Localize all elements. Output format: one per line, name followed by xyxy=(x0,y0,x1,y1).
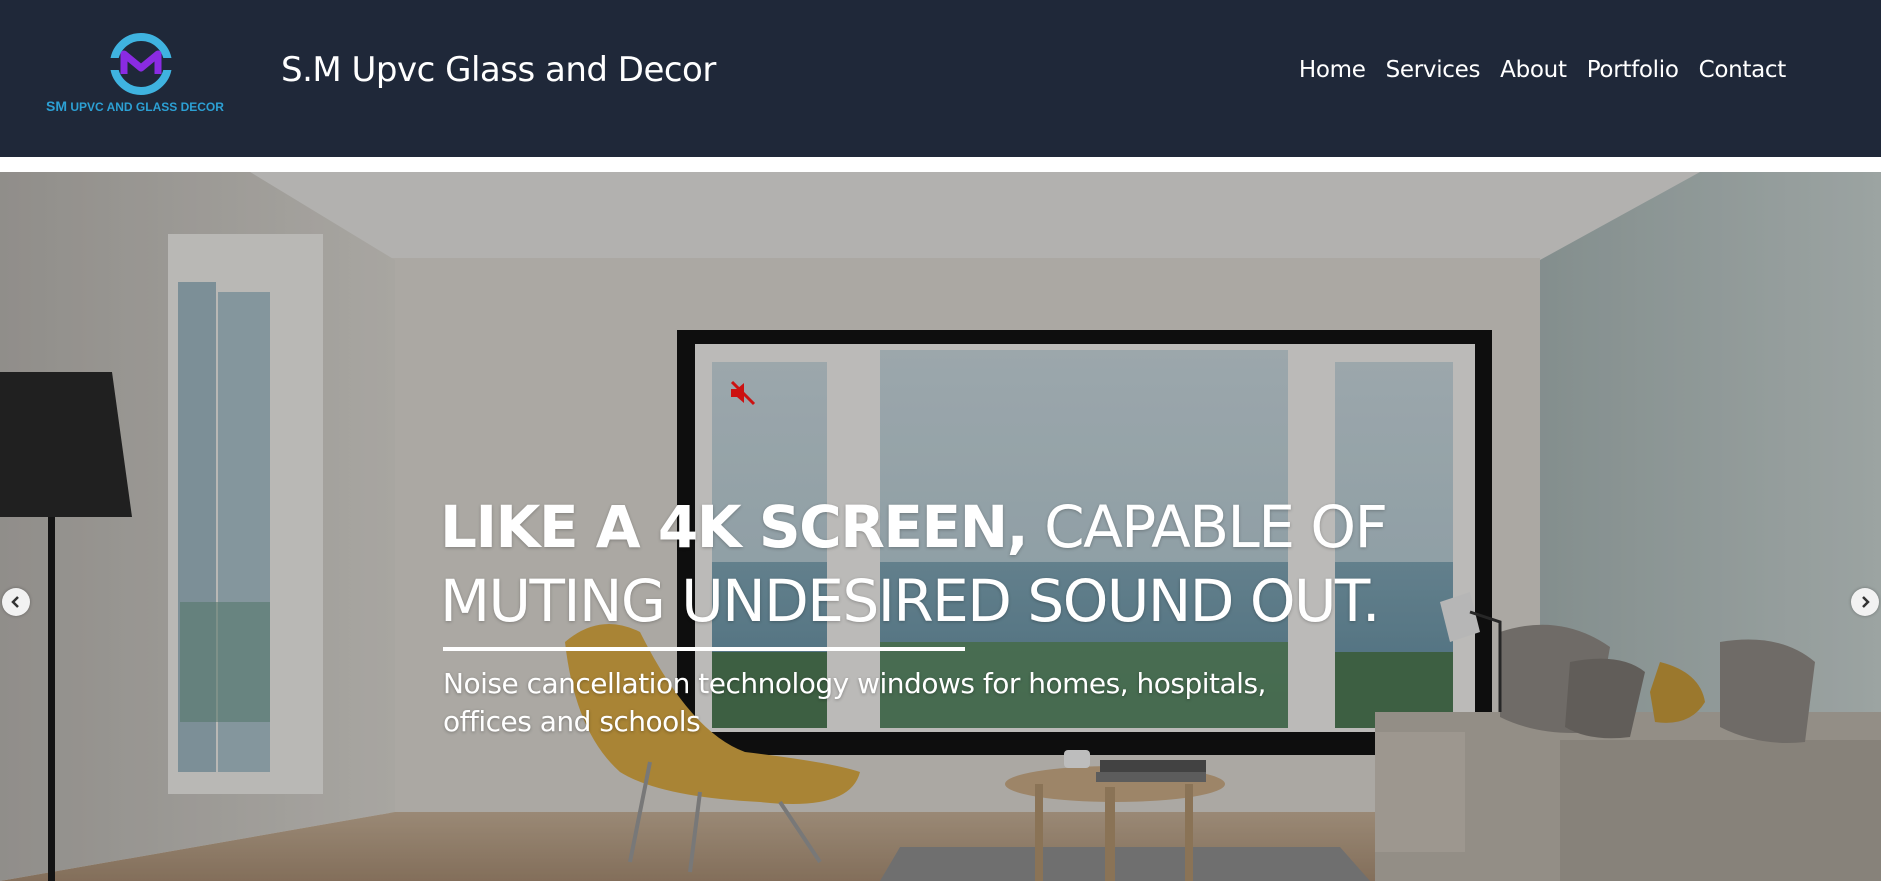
carousel-prev-button[interactable] xyxy=(2,588,30,616)
hero-carousel: LIKE A 4K SCREEN, CAPABLE OF MUTING UNDE… xyxy=(0,172,1881,881)
carousel-next-button[interactable] xyxy=(1851,588,1879,616)
logo-subtitle: UPVC AND GLASS DECOR xyxy=(70,100,224,114)
site-title[interactable]: S.M Upvc Glass and Decor xyxy=(281,50,716,90)
nav-portfolio[interactable]: Portfolio xyxy=(1587,57,1679,83)
nav-home[interactable]: Home xyxy=(1299,57,1366,83)
logo-emblem-icon xyxy=(110,33,172,95)
headline-rest: CAPABLE OF xyxy=(1027,493,1388,561)
main-nav: Home Services About Portfolio Contact xyxy=(1299,57,1786,83)
headline-line-2: MUTING UNDESIRED SOUND OUT. xyxy=(440,567,1380,635)
nav-about[interactable]: About xyxy=(1500,57,1567,83)
logo-text: SM UPVC AND GLASS DECOR xyxy=(46,98,236,114)
company-logo[interactable]: SM UPVC AND GLASS DECOR xyxy=(46,32,236,122)
speaker-muted-icon xyxy=(730,380,756,406)
chevron-left-icon xyxy=(11,596,19,608)
hero-subtext: Noise cancellation technology windows fo… xyxy=(443,667,1266,738)
hero-headline: LIKE A 4K SCREEN, CAPABLE OF MUTING UNDE… xyxy=(440,490,1388,638)
mute-button[interactable] xyxy=(728,378,758,408)
logo-initials: SM xyxy=(46,98,67,114)
headline-divider xyxy=(443,647,965,651)
nav-contact[interactable]: Contact xyxy=(1699,57,1787,83)
headline-bold: LIKE A 4K SCREEN, xyxy=(440,493,1029,561)
site-header: SM UPVC AND GLASS DECOR S.M Upvc Glass a… xyxy=(0,0,1881,157)
nav-services[interactable]: Services xyxy=(1386,57,1481,83)
chevron-right-icon xyxy=(1862,596,1870,608)
